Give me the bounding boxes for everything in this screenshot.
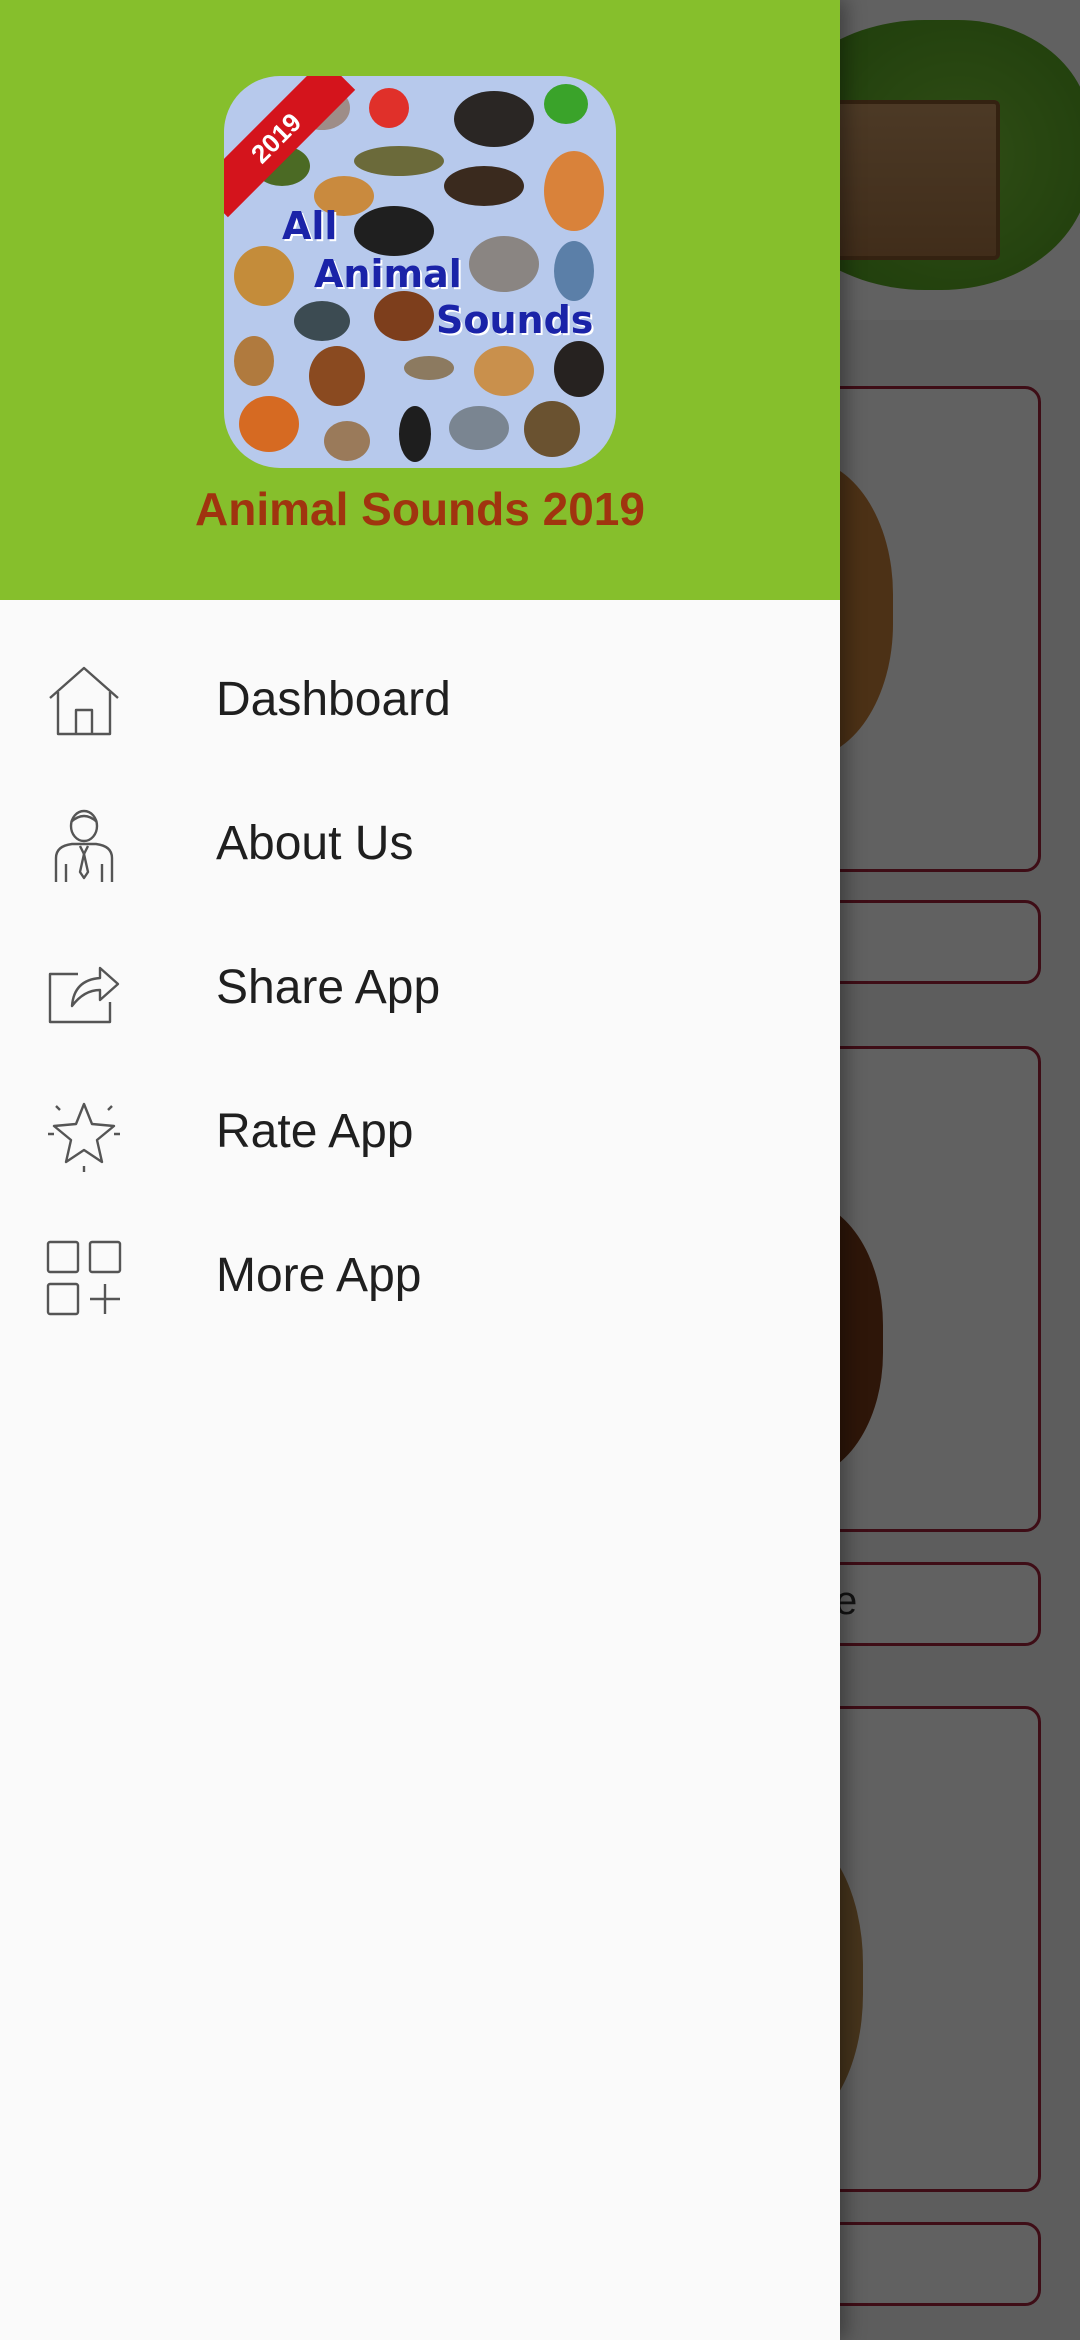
buffalo-image [454,91,534,147]
camel-image [474,346,534,396]
rabbit-image [324,421,370,461]
screen: e [0,0,1080,2340]
fox-image [239,396,299,452]
menu-item-about-us[interactable]: About Us [0,774,840,918]
logo-text-line3: Sounds [436,298,594,342]
pigeon-image [449,406,509,450]
menu-item-more-app[interactable]: More App [0,1206,840,1350]
menu-item-rate-app[interactable]: Rate App [0,1062,840,1206]
chimpanzee-image [554,341,604,397]
star-icon [44,1094,124,1174]
apps-grid-icon [44,1238,124,1318]
elephant-image [469,236,539,292]
person-icon [44,806,124,886]
menu-item-dashboard[interactable]: Dashboard [0,630,840,774]
horse-image [374,291,434,341]
menu-item-label: More App [216,1249,422,1302]
parrot-image [369,88,409,128]
parakeet-image [544,84,588,124]
snake-image [524,401,580,457]
menu-item-label: Dashboard [216,673,451,726]
navigation-drawer: 2019 All Animal Sounds Animal Sounds 201… [0,0,840,2340]
penguin-image [399,406,431,462]
seal-image [294,301,350,341]
menu-item-share-app[interactable]: Share App [0,918,840,1062]
tiger-image [544,151,604,231]
menu-item-label: Share App [216,961,441,1014]
cricket-image [404,356,454,380]
app-title: Animal Sounds 2019 [195,483,645,535]
drawer-header: 2019 All Animal Sounds Animal Sounds 201… [0,0,840,600]
share-icon [44,950,124,1030]
logo-text-line1: All [282,204,338,248]
menu-item-label: About Us [216,817,414,870]
drawer-menu: Dashboard About Us Share App Rate App Mo… [0,630,840,1350]
home-icon [44,662,124,742]
lion-image [234,246,294,306]
menu-item-label: Rate App [216,1105,414,1158]
orangutan-image [309,346,365,406]
crocodile-image [354,146,444,176]
cow-image [354,206,434,256]
dolphin-image [554,241,594,301]
hen-image [234,336,274,386]
logo-text-line2: Animal [314,252,462,296]
app-logo: 2019 All Animal Sounds [224,76,616,468]
eagle-image [444,166,524,206]
